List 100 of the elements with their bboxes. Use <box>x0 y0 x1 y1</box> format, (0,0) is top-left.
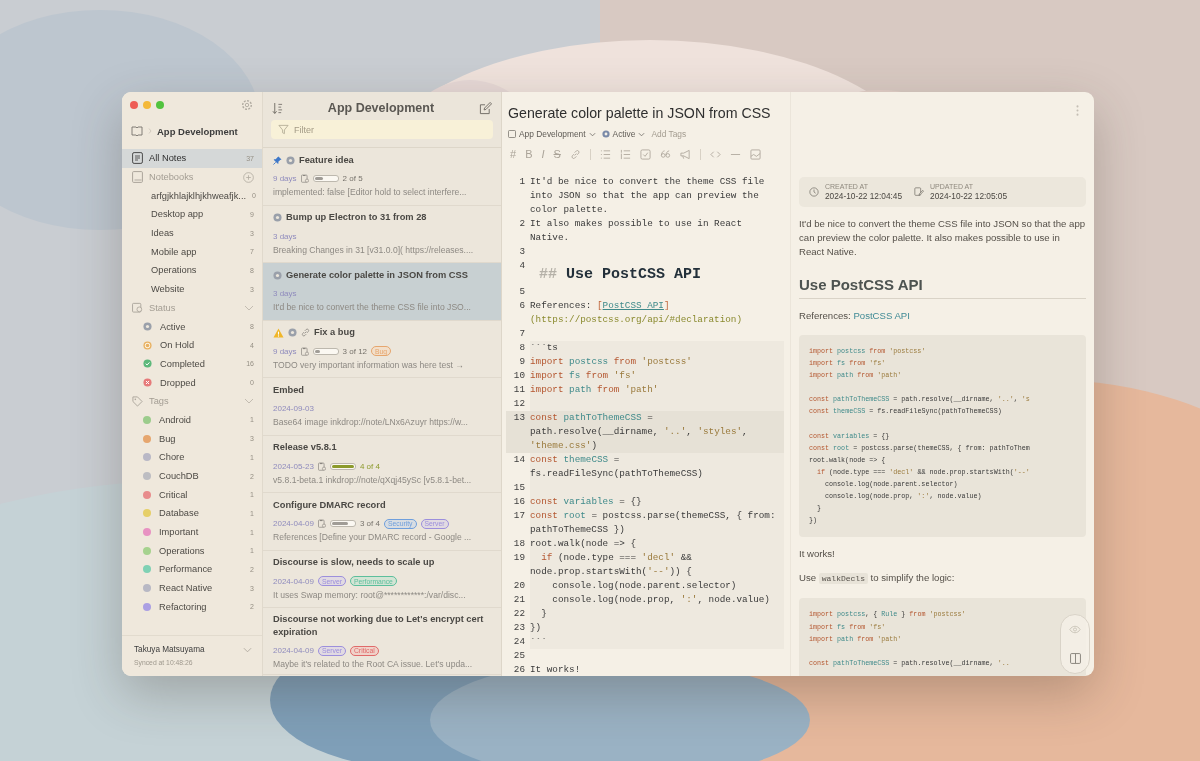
megaphone-icon[interactable] <box>679 148 691 160</box>
note-preview: References [Define your DMARC record - Google ... <box>273 532 473 542</box>
clock-icon <box>809 187 819 197</box>
line-number: 26 <box>512 663 526 676</box>
line-number: 4 <box>518 259 526 273</box>
line-number: 2 <box>518 217 526 231</box>
paragraph: It'd be nice to convert the theme CSS file into JSON so that the app can preview the color palette. It also makes possible to use in React Native. <box>799 217 1086 259</box>
line-number: 8 <box>518 341 526 355</box>
book-icon <box>131 126 143 136</box>
note-title: Configure DMARC record <box>273 498 386 512</box>
caret-icon <box>588 131 596 137</box>
note-date: 9 days <box>273 174 297 183</box>
bullets-icon[interactable] <box>599 148 611 160</box>
zoom-button[interactable] <box>156 101 164 109</box>
tag-icon <box>132 395 143 407</box>
chevron-down-icon[interactable] <box>244 304 254 311</box>
chevron-down-icon[interactable] <box>243 647 252 653</box>
paragraph: References: PostCSS API <box>799 309 911 323</box>
chevron-down-icon[interactable] <box>244 398 254 405</box>
note-title-field[interactable]: Generate color palette in JSON from CSS <box>508 104 771 122</box>
notebook-icon <box>508 130 516 138</box>
link-icon[interactable] <box>569 148 581 160</box>
note-preview: Maybe it's related to the Root CA issue. Let's upda... <box>273 659 474 669</box>
note-preview: It uses Swap memory: root@************:/var/disc... <box>273 589 467 600</box>
numbers-icon[interactable] <box>619 148 631 160</box>
filter-icon <box>278 124 289 135</box>
clipboard-icon <box>300 174 309 183</box>
task-count: 3 of 4 <box>359 519 380 528</box>
line-number: 14 <box>512 453 526 467</box>
line-number: 24 <box>512 635 526 649</box>
minimize-button[interactable] <box>143 101 151 109</box>
note-icon <box>132 152 143 165</box>
text-line: It also makes possible to use in React Native. <box>530 217 743 245</box>
task-count: 4 of 4 <box>359 461 380 471</box>
note-title: Fix a bug <box>314 326 355 339</box>
note-preview: Base64 image inkdrop://note/LNx6Azuyr https://w... <box>273 417 469 427</box>
quote-icon[interactable] <box>659 148 671 160</box>
line-number: 22 <box>512 607 526 621</box>
note-date: 2024-04-09 <box>273 646 314 655</box>
eye-icon[interactable] <box>1069 624 1081 634</box>
note-date: 3 days <box>273 231 297 241</box>
note-title: Feature idea <box>299 153 354 167</box>
section-title: Tags <box>149 396 169 407</box>
note-date: 2024-04-09 <box>273 576 314 586</box>
note-title: Generate color palette in JSON from CSS <box>286 268 468 282</box>
line-number: 13 <box>512 411 526 425</box>
line-number: 1 <box>518 175 526 189</box>
clipboard-icon <box>317 519 326 528</box>
line-number: 12 <box>512 397 526 411</box>
line-number: 21 <box>512 593 526 607</box>
note-date: 2024-05-23 <box>273 461 314 471</box>
paragraph: It works! <box>799 547 836 562</box>
image-icon[interactable] <box>749 148 761 160</box>
note-date: 9 days <box>273 346 297 356</box>
note-list-title: App Development <box>326 100 436 117</box>
link[interactable]: PostCSS API <box>853 310 910 321</box>
clipboard-icon <box>300 346 309 356</box>
sort-icon[interactable] <box>272 101 283 115</box>
settings-icon[interactable] <box>241 99 253 111</box>
account-name[interactable]: Takuya Matsuyama <box>134 645 205 654</box>
note-title: Discourse is slow, needs to scale up <box>273 556 435 569</box>
created-date: 2024-10-22 12:04:45 <box>825 191 903 201</box>
notebook-icon <box>132 171 143 184</box>
note-preview: implemented: false [Editor hold to select interfere... <box>273 187 468 197</box>
line-number: 9 <box>518 355 526 369</box>
line-number: 17 <box>512 509 526 523</box>
filter-field[interactable]: Filter <box>271 120 493 139</box>
add-icon[interactable] <box>243 171 254 183</box>
more-icon[interactable] <box>1076 105 1079 116</box>
task-icon[interactable] <box>639 148 651 160</box>
note-preview: It'd be nice to convert the theme CSS file into JSO... <box>273 302 472 312</box>
line-number: 23 <box>512 621 526 635</box>
note-date: 2024-09-03 <box>273 404 314 413</box>
paragraph: Use walkDecls to simplify the logic: <box>799 571 956 587</box>
line-number: 5 <box>518 285 526 299</box>
notebook-title: App Development <box>157 125 238 137</box>
caret-icon <box>638 131 646 137</box>
line-number: 20 <box>512 579 526 593</box>
split-view-icon[interactable] <box>1069 652 1081 664</box>
note-preview: v5.8.1-beta.1 inkdrop://note/qXqj45ySc [v5.8.1-bet... <box>273 474 473 485</box>
line-number: 6 <box>518 299 526 313</box>
line-number: 18 <box>512 537 526 551</box>
status-selector[interactable]: Active <box>601 129 646 139</box>
line-number: 3 <box>518 245 526 259</box>
line-number: 10 <box>512 369 526 383</box>
line-number: 19 <box>512 551 526 565</box>
add-tags-field[interactable]: Add Tags <box>651 129 712 139</box>
text-line: It works! <box>530 663 582 676</box>
line-number: 7 <box>518 327 526 341</box>
line-number: 11 <box>512 383 526 397</box>
status-icon <box>132 302 143 314</box>
code-line: const pathToThemeCSS = path.resolve(__dirname, '..', 'styles', 'theme.css') <box>530 411 749 453</box>
notebook-selector[interactable]: App Development <box>508 129 596 139</box>
note-title: Release v5.8.1 <box>273 441 337 454</box>
note-title: Embed <box>273 383 304 397</box>
close-button[interactable] <box>130 101 138 109</box>
note-title: Bump up Electron to 31 from 28 <box>286 211 427 224</box>
task-count: 3 of 12 <box>342 346 368 356</box>
compose-icon[interactable] <box>479 101 492 115</box>
clipboard-icon <box>317 461 326 471</box>
